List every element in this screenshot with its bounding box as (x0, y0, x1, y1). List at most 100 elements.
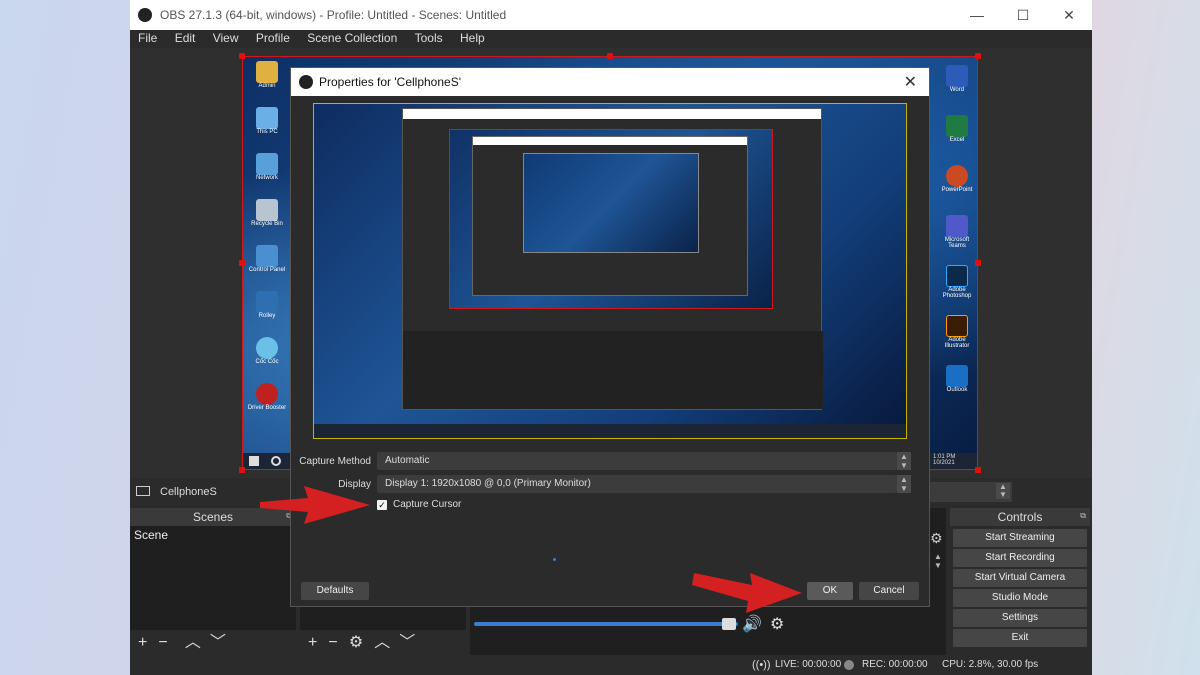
display-select[interactable]: Display 1: 1920x1080 @ 0,0 (Primary Moni… (377, 475, 897, 493)
scroll-arrows-icon[interactable]: ▲ ▼ (934, 552, 942, 570)
resize-handle[interactable] (975, 260, 981, 266)
speaker-icon[interactable]: 🔊 (742, 614, 762, 634)
rec-time: REC: 00:00:00 (862, 659, 928, 670)
recycle-bin-icon (256, 199, 278, 221)
cancel-button[interactable]: Cancel (859, 582, 919, 600)
gear-icon[interactable]: ⚙ (930, 530, 943, 547)
properties-dialog: Properties for 'CellphoneS' ✕ Capture Me… (290, 67, 930, 607)
word-icon (946, 65, 968, 87)
resize-handle[interactable] (975, 53, 981, 59)
exit-button[interactable]: Exit (953, 629, 1087, 647)
menu-tools[interactable]: Tools (415, 30, 443, 47)
monitor-icon (136, 486, 150, 496)
undock-icon[interactable]: ⧉ (1080, 511, 1086, 521)
outlook-icon (946, 365, 968, 387)
desktop-icon-label: Adobe Photoshop (942, 287, 972, 299)
broadcast-icon: ((•)) (752, 659, 771, 671)
start-streaming-button[interactable]: Start Streaming (953, 529, 1087, 547)
teams-icon (946, 215, 968, 237)
close-button[interactable]: ✕ (1046, 0, 1092, 30)
menu-profile[interactable]: Profile (256, 30, 290, 47)
controls-dock: Controls ⧉ Start Streaming Start Recordi… (950, 508, 1090, 655)
desktop-icon: This PC (247, 107, 287, 153)
desktop-icon: Rolley (247, 291, 287, 337)
resize-handle[interactable] (239, 260, 245, 266)
capture-method-spinner-icon[interactable]: ▲ ▼ (897, 452, 911, 470)
add-icon[interactable]: + (138, 634, 147, 651)
desktop-icon: Recycle Bin (247, 199, 287, 245)
display-spinner-icon[interactable]: ▲ ▼ (897, 475, 911, 493)
capture-method-select[interactable]: Automatic (377, 452, 897, 470)
desktop-icon-label: Driver Booster (247, 405, 287, 411)
start-recording-button[interactable]: Start Recording (953, 549, 1087, 567)
move-up-icon[interactable]: ︿ (374, 634, 390, 651)
nested-dialog-title (473, 137, 747, 145)
desktop-icon-label: This PC (256, 129, 278, 135)
dialog-close-button[interactable]: ✕ (904, 72, 917, 92)
live-time: LIVE: 00:00:00 (775, 659, 842, 670)
search-icon (271, 456, 281, 466)
window-title: OBS 27.1.3 (64-bit, windows) - Profile: … (160, 8, 507, 22)
desktop-icon: Adobe Illustrator (937, 315, 977, 365)
desktop-icon-label: Control Panel (248, 267, 286, 273)
desktop-icon: Admin (247, 61, 287, 107)
volume-slider-handle[interactable] (722, 618, 736, 630)
menu-edit[interactable]: Edit (175, 30, 196, 47)
gear-icon[interactable]: ⚙ (770, 614, 784, 634)
resize-handle[interactable] (239, 467, 245, 473)
maximize-button[interactable]: ☐ (1000, 0, 1046, 30)
illustrator-icon (946, 315, 968, 337)
desktop-icon-label: Word (949, 87, 965, 93)
remove-icon[interactable]: − (328, 634, 337, 651)
studio-mode-button[interactable]: Studio Mode (953, 589, 1087, 607)
gear-icon[interactable]: ⚙ (349, 634, 363, 651)
nested-title-bar (403, 109, 821, 119)
resize-handle[interactable] (239, 53, 245, 59)
scene-item[interactable]: Scene (134, 528, 292, 542)
minimize-button[interactable]: — (954, 0, 1000, 30)
resize-handle[interactable] (607, 53, 613, 59)
scenes-list: Scene (130, 526, 296, 630)
scenes-toolbar: + − ︿ ﹀ (130, 630, 296, 655)
desktop-icon-label: Rolley (258, 313, 276, 319)
remove-icon[interactable]: − (158, 634, 167, 651)
cpu-usage: CPU: 2.8%, 30.00 fps (942, 659, 1039, 670)
dialog-title: Properties for 'CellphoneS' (319, 75, 461, 89)
desktop-icon: Control Panel (247, 245, 287, 291)
sources-toolbar: + − ⚙ ︿ ﹀ (300, 630, 466, 655)
annotation-arrow-capture-cursor (260, 486, 370, 524)
driver-booster-icon (256, 383, 278, 405)
start-virtual-camera-button[interactable]: Start Virtual Camera (953, 569, 1087, 587)
menu-view[interactable]: View (213, 30, 239, 47)
desktop-icon: Microsoft Teams (937, 215, 977, 265)
volume-slider[interactable] (474, 622, 738, 626)
desktop-icon: Excel (937, 115, 977, 165)
browser-icon (256, 337, 278, 359)
desktop-icon: Cốc Cốc (247, 337, 287, 383)
desktop-icon-label: Adobe Illustrator (944, 337, 970, 349)
move-down-icon[interactable]: ﹀ (399, 634, 415, 651)
desktop-icon: PowerPoint (937, 165, 977, 215)
photoshop-icon (946, 265, 968, 287)
spinner-icon[interactable]: ▲ ▼ (996, 483, 1010, 499)
capture-cursor-label: Capture Cursor (393, 499, 462, 510)
powerpoint-icon (946, 165, 968, 187)
resize-handle[interactable] (975, 467, 981, 473)
computer-icon (256, 107, 278, 129)
desktop-icon: Network (247, 153, 287, 199)
dialog-title-bar: Properties for 'CellphoneS' ✕ (291, 68, 929, 96)
menu-scene-collection[interactable]: Scene Collection (307, 30, 397, 47)
desktop-icon-label: Cốc Cốc (255, 359, 279, 365)
menu-help[interactable]: Help (460, 30, 485, 47)
capture-cursor-checkbox[interactable]: ✓ (377, 500, 387, 510)
add-icon[interactable]: + (308, 634, 317, 651)
defaults-button[interactable]: Defaults (301, 582, 369, 600)
menu-bar: File Edit View Profile Scene Collection … (130, 30, 1092, 48)
move-down-icon[interactable]: ﹀ (210, 634, 226, 651)
settings-button[interactable]: Settings (953, 609, 1087, 627)
ok-button[interactable]: OK (807, 582, 853, 600)
red-arrow-icon (692, 573, 802, 613)
menu-file[interactable]: File (138, 30, 157, 47)
desktop-icon: Driver Booster (247, 383, 287, 429)
move-up-icon[interactable]: ︿ (185, 634, 201, 651)
